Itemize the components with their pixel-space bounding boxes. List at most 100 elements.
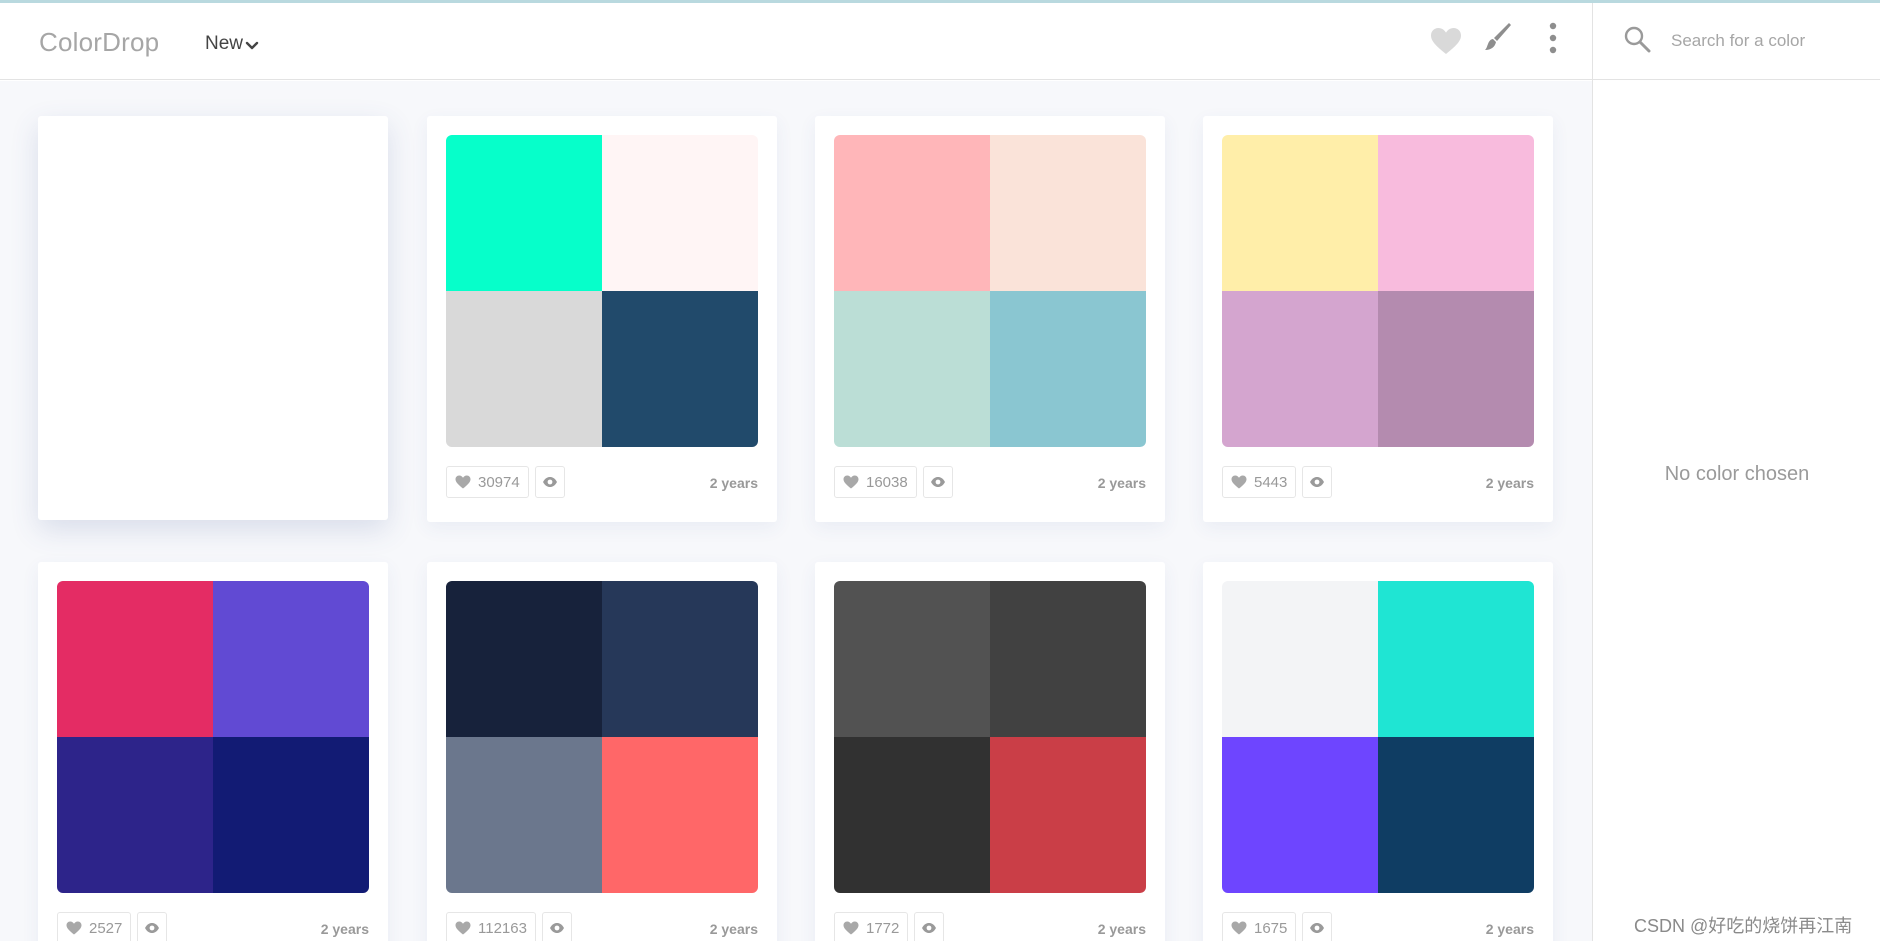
eye-icon bbox=[931, 477, 945, 487]
color-swatch[interactable] bbox=[57, 581, 213, 737]
view-button[interactable] bbox=[137, 912, 167, 941]
top-bar: ColorDrop New bbox=[0, 3, 1592, 80]
palette-card[interactable]: 1772 2 years bbox=[815, 562, 1165, 941]
color-swatch[interactable] bbox=[1222, 135, 1378, 291]
view-button[interactable] bbox=[923, 466, 953, 498]
palette-card[interactable]: 30974 2 years bbox=[427, 116, 777, 522]
color-swatch[interactable] bbox=[602, 291, 758, 447]
heart-icon bbox=[1231, 921, 1247, 935]
eye-icon bbox=[145, 923, 159, 933]
search-button[interactable] bbox=[1623, 25, 1651, 58]
like-count: 30974 bbox=[478, 473, 520, 491]
like-count: 1675 bbox=[1254, 919, 1288, 937]
color-swatch[interactable] bbox=[990, 737, 1146, 893]
view-button[interactable] bbox=[1302, 466, 1332, 498]
color-swatch[interactable] bbox=[446, 581, 602, 737]
color-swatch[interactable] bbox=[1378, 737, 1534, 893]
search-icon bbox=[1624, 26, 1651, 53]
color-sidebar: No color chosen bbox=[1592, 3, 1880, 941]
color-swatch[interactable] bbox=[446, 291, 602, 447]
color-swatch[interactable] bbox=[213, 581, 369, 737]
palette-swatches[interactable] bbox=[1222, 581, 1534, 893]
heart-icon bbox=[1431, 28, 1461, 54]
palette-swatches[interactable] bbox=[834, 135, 1146, 447]
color-swatch[interactable] bbox=[1222, 737, 1378, 893]
color-swatch[interactable] bbox=[834, 581, 990, 737]
palette-age: 2 years bbox=[320, 921, 369, 937]
color-swatch[interactable] bbox=[1222, 581, 1378, 737]
empty-selection-message: No color chosen bbox=[1664, 463, 1810, 485]
placeholder-card[interactable] bbox=[38, 116, 388, 520]
color-swatch[interactable] bbox=[213, 737, 369, 893]
palette-card[interactable]: 2527 2 years bbox=[38, 562, 388, 941]
palette-card[interactable]: 1675 2 years bbox=[1203, 562, 1553, 941]
eye-icon bbox=[550, 923, 564, 933]
like-button[interactable]: 1675 bbox=[1222, 912, 1297, 941]
eye-icon bbox=[543, 477, 557, 487]
palette-swatches[interactable] bbox=[1222, 135, 1534, 447]
color-swatch[interactable] bbox=[602, 737, 758, 893]
like-count: 2527 bbox=[89, 919, 123, 937]
color-swatch[interactable] bbox=[602, 581, 758, 737]
heart-icon bbox=[455, 475, 471, 489]
color-swatch[interactable] bbox=[1378, 135, 1534, 291]
color-swatch[interactable] bbox=[834, 135, 990, 291]
palette-meta: 5443 2 years bbox=[1222, 466, 1534, 498]
watermark: CSDN @好吃的烧饼再江南 bbox=[1634, 916, 1853, 936]
color-swatch[interactable] bbox=[446, 135, 602, 291]
palette-meta: 1772 2 years bbox=[834, 912, 1146, 941]
heart-icon bbox=[843, 921, 859, 935]
brush-icon bbox=[1485, 23, 1511, 50]
search-input[interactable] bbox=[1671, 25, 1861, 57]
palette-swatches[interactable] bbox=[446, 135, 758, 447]
like-button[interactable]: 30974 bbox=[446, 466, 529, 498]
chevron-down-icon bbox=[245, 41, 259, 50]
eye-icon bbox=[1310, 477, 1324, 487]
view-button[interactable] bbox=[1302, 912, 1332, 941]
palette-age: 2 years bbox=[1485, 921, 1534, 937]
palette-meta: 112163 2 years bbox=[446, 912, 758, 941]
color-swatch[interactable] bbox=[834, 291, 990, 447]
color-swatch[interactable] bbox=[990, 135, 1146, 291]
like-button[interactable]: 1772 bbox=[834, 912, 909, 941]
color-swatch[interactable] bbox=[57, 737, 213, 893]
color-swatch[interactable] bbox=[602, 135, 758, 291]
favorites-button[interactable] bbox=[1430, 27, 1462, 55]
color-swatch[interactable] bbox=[1378, 291, 1534, 447]
sort-dropdown[interactable]: New bbox=[205, 33, 259, 55]
create-palette-button[interactable] bbox=[1482, 21, 1512, 55]
palette-meta: 16038 2 years bbox=[834, 466, 1146, 498]
color-swatch[interactable] bbox=[990, 291, 1146, 447]
like-count: 5443 bbox=[1254, 473, 1288, 491]
color-swatch[interactable] bbox=[446, 737, 602, 893]
color-swatch[interactable] bbox=[834, 737, 990, 893]
palette-swatches[interactable] bbox=[57, 581, 369, 893]
palette-card[interactable]: 112163 2 years bbox=[427, 562, 777, 941]
more-options-button[interactable] bbox=[1545, 21, 1561, 55]
palette-card[interactable]: 16038 2 years bbox=[815, 116, 1165, 522]
color-swatch[interactable] bbox=[1222, 291, 1378, 447]
view-button[interactable] bbox=[535, 466, 565, 498]
view-button[interactable] bbox=[914, 912, 944, 941]
heart-icon bbox=[1231, 475, 1247, 489]
palette-swatches[interactable] bbox=[446, 581, 758, 893]
like-count: 16038 bbox=[866, 473, 908, 491]
color-swatch[interactable] bbox=[990, 581, 1146, 737]
like-button[interactable]: 5443 bbox=[1222, 466, 1297, 498]
color-swatch[interactable] bbox=[1378, 581, 1534, 737]
eye-icon bbox=[1310, 923, 1324, 933]
search-bar bbox=[1593, 3, 1880, 80]
like-button[interactable]: 112163 bbox=[446, 912, 536, 941]
like-button[interactable]: 2527 bbox=[57, 912, 132, 941]
sort-dropdown-label: New bbox=[205, 33, 244, 54]
heart-icon bbox=[66, 921, 82, 935]
like-button[interactable]: 16038 bbox=[834, 466, 917, 498]
palette-age: 2 years bbox=[709, 475, 758, 491]
palette-meta: 2527 2 years bbox=[57, 912, 369, 941]
palette-card[interactable]: 5443 2 years bbox=[1203, 116, 1553, 522]
palette-grid: 30974 2 years 16038 2 years 5443 2 years 2527 2… bbox=[0, 81, 1592, 941]
view-button[interactable] bbox=[542, 912, 572, 941]
app-logo[interactable]: ColorDrop bbox=[39, 27, 159, 58]
palette-age: 2 years bbox=[1097, 475, 1146, 491]
palette-swatches[interactable] bbox=[834, 581, 1146, 893]
